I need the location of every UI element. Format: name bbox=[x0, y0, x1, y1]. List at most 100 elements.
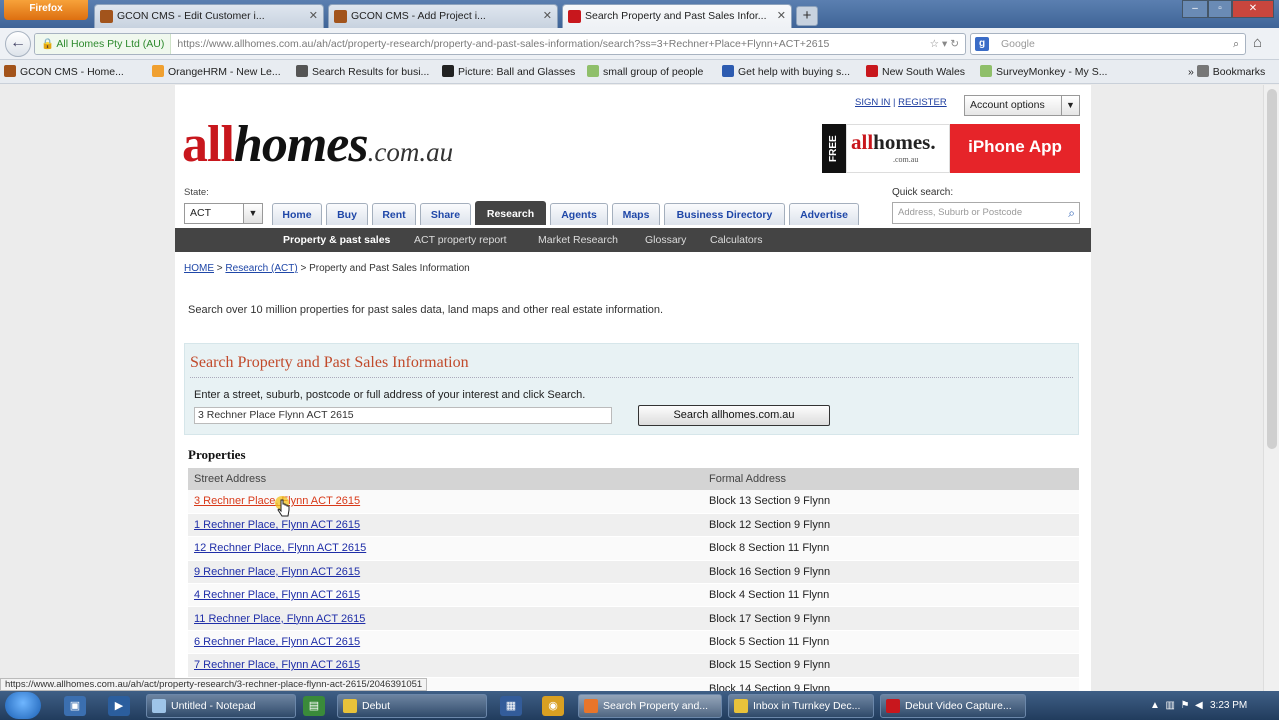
nav-tab-research[interactable]: Research bbox=[475, 201, 546, 225]
ad-logo-sub: .com.au bbox=[893, 155, 919, 164]
bookmark-item[interactable]: small group of people bbox=[587, 60, 703, 84]
close-tab-icon[interactable]: ✕ bbox=[777, 5, 786, 27]
chrome-icon[interactable]: ◉ bbox=[542, 696, 564, 716]
nav-tab-agents[interactable]: Agents bbox=[550, 203, 608, 225]
bookmark-item[interactable]: Search Results for busi... bbox=[296, 60, 429, 84]
page-scrollbar[interactable] bbox=[1263, 85, 1279, 691]
bookmark-item[interactable]: Picture: Ball and Glasses bbox=[442, 60, 575, 84]
account-options-dropdown[interactable]: Account options ▼ bbox=[964, 95, 1080, 116]
bookmark-label: Search Results for busi... bbox=[312, 66, 430, 78]
search-allhomes-button[interactable]: Search allhomes.com.au bbox=[638, 405, 830, 426]
search-engine-bar[interactable]: g Google ⌕ bbox=[970, 33, 1246, 55]
taskbar-item-debut[interactable]: Debut bbox=[337, 694, 487, 718]
property-link[interactable]: 4 Rechner Place, Flynn ACT 2615 bbox=[194, 589, 360, 601]
google-icon[interactable]: g bbox=[975, 37, 989, 51]
debut-icon bbox=[886, 699, 900, 713]
property-link[interactable]: 11 Rechner Place, Flynn ACT 2615 bbox=[194, 613, 365, 625]
nav-tab-rent[interactable]: Rent bbox=[372, 203, 416, 225]
scrollbar-thumb[interactable] bbox=[1267, 89, 1277, 449]
bookmark-item[interactable]: New South Wales bbox=[866, 60, 965, 84]
search-icon[interactable]: ⌕ bbox=[1233, 34, 1239, 54]
nav-tab-home[interactable]: Home bbox=[272, 203, 322, 225]
image-favicon-icon bbox=[587, 65, 599, 77]
bookmark-label: New South Wales bbox=[882, 66, 966, 78]
new-tab-button[interactable]: + bbox=[796, 6, 818, 26]
search-icon[interactable]: ⌕ bbox=[1068, 203, 1075, 223]
flag-icon[interactable]: ⚑ bbox=[1180, 700, 1189, 711]
dropdown-arrow-icon[interactable]: ▾ bbox=[942, 38, 947, 50]
account-links: SIGN IN | REGISTER bbox=[855, 97, 947, 108]
tab-gcon-add-project[interactable]: GCON CMS - Add Project i... ✕ bbox=[328, 4, 558, 28]
address-search-input[interactable]: 3 Rechner Place Flynn ACT 2615 bbox=[194, 407, 612, 424]
breadcrumb-research[interactable]: Research (ACT) bbox=[225, 263, 297, 274]
table-row: 9 Rechner Place, Flynn ACT 2615 Block 16… bbox=[188, 560, 1079, 585]
table-row: 4 Rechner Place, Flynn ACT 2615 Block 4 … bbox=[188, 583, 1079, 608]
iphone-app-banner[interactable]: FREE allhomes. .com.au iPhone App bbox=[822, 124, 1080, 173]
picture-favicon-icon bbox=[442, 65, 454, 77]
maximize-window-button[interactable]: ▫ bbox=[1208, 0, 1232, 18]
breadcrumb-home[interactable]: HOME bbox=[184, 263, 214, 274]
subnav-property-past-sales[interactable]: Property & past sales bbox=[283, 228, 390, 252]
bookmarks-menu[interactable]: » Bookmarks bbox=[1188, 60, 1265, 84]
bookmark-label: Get help with buying s... bbox=[738, 66, 851, 78]
tray-arrow-icon[interactable]: ▲ bbox=[1150, 700, 1160, 711]
column-header-formal-address: Formal Address bbox=[703, 468, 1079, 490]
bookmark-item[interactable]: Get help with buying s... bbox=[722, 60, 850, 84]
firefox-menu-button[interactable]: Firefox bbox=[4, 0, 88, 20]
minimize-window-button[interactable]: – bbox=[1182, 0, 1208, 18]
url-bar[interactable]: 🔒 All Homes Pty Ltd (AU) https://www.allh… bbox=[34, 33, 966, 55]
property-link[interactable]: 6 Rechner Place, Flynn ACT 2615 bbox=[194, 636, 360, 648]
divider bbox=[190, 377, 1073, 378]
back-button[interactable]: ← bbox=[5, 31, 31, 57]
property-link[interactable]: 7 Rechner Place, Flynn ACT 2615 bbox=[194, 659, 360, 671]
sign-in-link[interactable]: SIGN IN bbox=[855, 97, 890, 108]
quick-search-input[interactable]: Address, Suburb or Postcode ⌕ bbox=[892, 202, 1080, 224]
street-address-cell: 3 Rechner Place, Flynn ACT 2615 bbox=[188, 490, 703, 514]
close-tab-icon[interactable]: ✕ bbox=[309, 5, 318, 27]
taskbar-item-firefox[interactable]: Search Property and... bbox=[578, 694, 722, 718]
explorer-icon[interactable]: ▣ bbox=[64, 696, 86, 716]
tab-search-property[interactable]: Search Property and Past Sales Infor... … bbox=[562, 4, 792, 28]
nav-tab-share[interactable]: Share bbox=[420, 203, 471, 225]
subnav-calculators[interactable]: Calculators bbox=[710, 228, 763, 252]
close-window-button[interactable]: ✕ bbox=[1232, 0, 1274, 18]
bookmark-label: SurveyMonkey - My S... bbox=[996, 66, 1108, 78]
url-text: https://www.allhomes.com.au/ah/act/prope… bbox=[177, 38, 830, 50]
taskbar-item-notepad[interactable]: Untitled - Notepad bbox=[146, 694, 296, 718]
app-icon[interactable]: ▦ bbox=[500, 696, 522, 716]
research-subnav: Property & past sales ACT property repor… bbox=[175, 228, 1091, 252]
home-icon[interactable]: ⌂ bbox=[1253, 34, 1262, 51]
nav-tab-business-directory[interactable]: Business Directory bbox=[664, 203, 785, 225]
account-options-label: Account options bbox=[970, 99, 1045, 111]
bookmark-item[interactable]: SurveyMonkey - My S... bbox=[980, 60, 1107, 84]
reload-icon[interactable]: ↻ bbox=[950, 38, 959, 50]
nav-tab-maps[interactable]: Maps bbox=[612, 203, 660, 225]
taskbar-item-debut-video[interactable]: Debut Video Capture... bbox=[880, 694, 1026, 718]
windows-start-button[interactable] bbox=[5, 692, 41, 719]
close-tab-icon[interactable]: ✕ bbox=[543, 5, 552, 27]
nav-tab-buy[interactable]: Buy bbox=[326, 203, 368, 225]
network-icon[interactable]: ▥ bbox=[1165, 700, 1174, 711]
formal-address-cell: Block 17 Section 9 Flynn bbox=[703, 606, 1079, 631]
clock[interactable]: 3:23 PM bbox=[1210, 691, 1247, 720]
property-link[interactable]: 12 Rechner Place, Flynn ACT 2615 bbox=[194, 542, 366, 554]
nav-tab-advertise[interactable]: Advertise bbox=[789, 203, 859, 225]
subnav-act-property-report[interactable]: ACT property report bbox=[414, 228, 507, 252]
register-link[interactable]: REGISTER bbox=[898, 97, 947, 108]
subnav-market-research[interactable]: Market Research bbox=[538, 228, 618, 252]
state-select[interactable]: ACT ▼ bbox=[184, 203, 263, 224]
bookmark-item[interactable]: GCON CMS - Home... bbox=[4, 60, 124, 84]
taskbar-item-inbox[interactable]: Inbox in Turnkey Dec... bbox=[728, 694, 874, 718]
subnav-glossary[interactable]: Glossary bbox=[645, 228, 686, 252]
tab-gcon-edit-customer[interactable]: GCON CMS - Edit Customer i... ✕ bbox=[94, 4, 324, 28]
bookmark-item[interactable]: OrangeHRM - New Le... bbox=[152, 60, 281, 84]
media-icon[interactable]: ▶ bbox=[108, 696, 130, 716]
site-identity-badge[interactable]: 🔒 All Homes Pty Ltd (AU) bbox=[35, 34, 172, 54]
bookmark-star-icon[interactable]: ☆ bbox=[930, 38, 939, 50]
allhomes-logo[interactable]: allhomes.com.au bbox=[182, 115, 453, 174]
property-link[interactable]: 9 Rechner Place, Flynn ACT 2615 bbox=[194, 566, 360, 578]
quick-search-placeholder: Address, Suburb or Postcode bbox=[898, 207, 1023, 218]
ad-free-label: FREE bbox=[822, 124, 846, 173]
app-icon[interactable]: ▤ bbox=[303, 696, 325, 716]
volume-icon[interactable]: ◀ bbox=[1195, 700, 1203, 711]
